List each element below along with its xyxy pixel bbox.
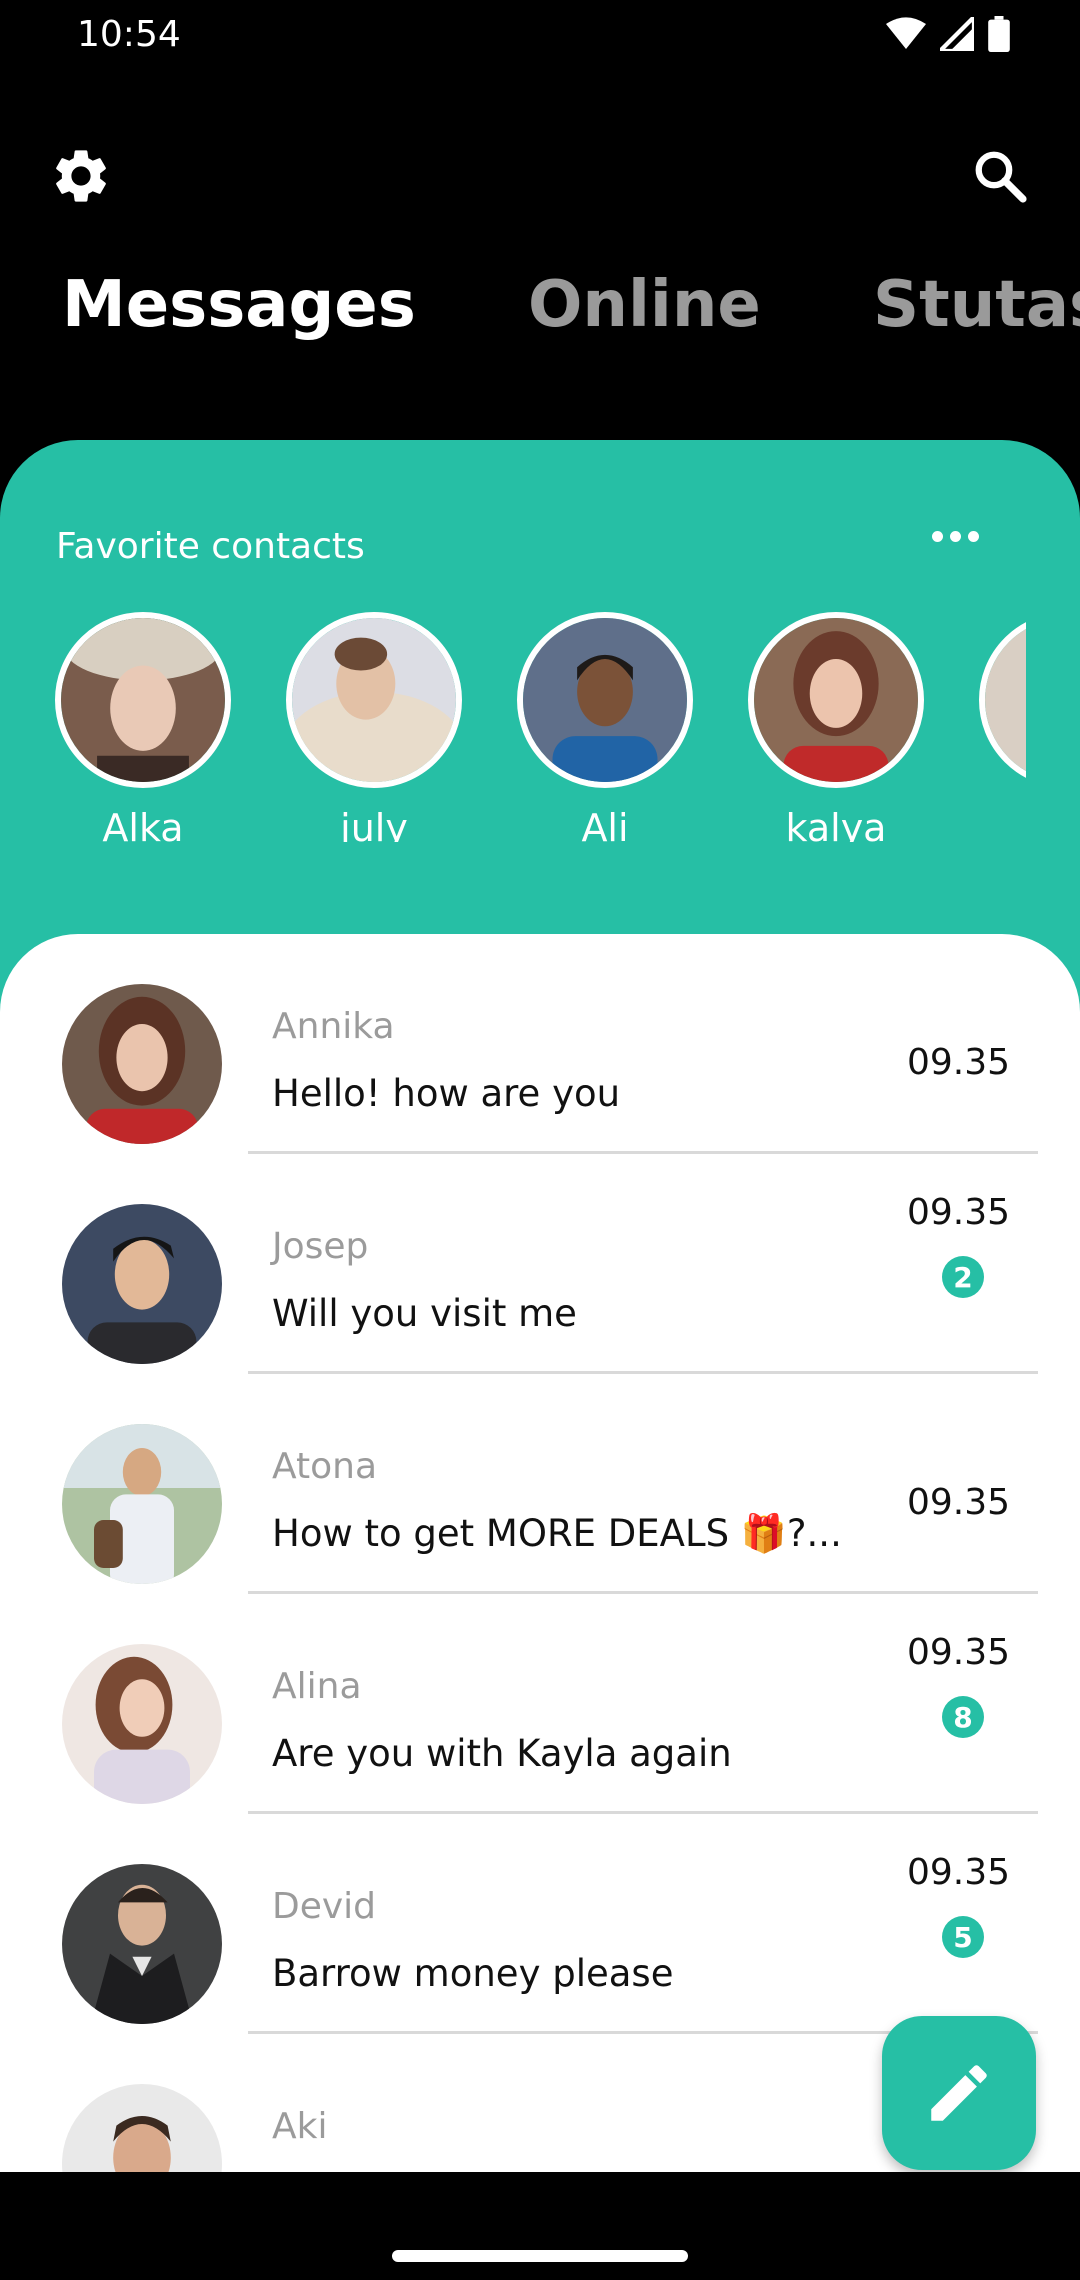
search-icon	[975, 151, 1027, 203]
more-options-button[interactable]	[920, 516, 990, 556]
chat-last-message: Hello! how are you	[272, 1072, 621, 1115]
chat-contact-name: Devid	[272, 1886, 377, 1927]
chat-time: 09.35	[906, 1852, 1010, 1893]
favorite-contacts-row: Alka july Ali kalya H	[0, 612, 1026, 842]
favorite-contact-name: Ali	[581, 806, 629, 842]
app-bar	[0, 72, 1080, 462]
tab-messages[interactable]: Messages	[62, 268, 416, 342]
more-dot	[949, 530, 961, 542]
chat-row[interactable]: Annika Hello! how are you 09.35	[0, 934, 1080, 1154]
avatar	[62, 1864, 222, 2024]
tab-stutas[interactable]: Stutas	[873, 268, 1080, 342]
unread-badge: 8	[942, 1696, 984, 1738]
wifi-icon	[886, 17, 926, 49]
chat-time: 09.35	[906, 1632, 1010, 1673]
system-nav-bar	[0, 2212, 1080, 2280]
pencil-icon	[931, 2065, 987, 2121]
compose-button[interactable]	[882, 2016, 1036, 2170]
chat-last-message: Are you with Kayla again	[272, 1732, 732, 1775]
favorite-contact[interactable]: Alka	[53, 612, 233, 842]
favorite-contact-name: july	[340, 806, 408, 842]
status-bar: 10:54	[0, 0, 1080, 72]
more-dot	[967, 530, 979, 542]
chat-row[interactable]: Josep Will you visit me 09.35 2	[0, 1154, 1080, 1374]
chat-time: 09.35	[906, 1042, 1010, 1083]
favorite-contact[interactable]: Ali	[515, 612, 695, 842]
favorite-contact[interactable]: july	[284, 612, 464, 842]
chat-row[interactable]: Devid Barrow money please 09.35 5	[0, 1814, 1080, 2034]
chat-last-message: Barrow money please	[272, 1952, 674, 1995]
settings-button[interactable]	[36, 131, 126, 221]
avatar	[517, 612, 693, 788]
chat-contact-name: Atona	[272, 1446, 378, 1487]
chat-row[interactable]: Atona How to get MORE DEALS 🎁?... 09.35	[0, 1374, 1080, 1594]
favorite-contact[interactable]: H	[977, 612, 1026, 842]
chat-list: Annika Hello! how are you 09.35 Josep Wi…	[0, 934, 1080, 2172]
search-button[interactable]	[955, 131, 1045, 221]
avatar	[62, 1424, 222, 1584]
favorite-contact-name: Alka	[102, 806, 184, 842]
status-time: 10:54	[77, 14, 181, 55]
battery-icon	[988, 16, 1010, 52]
favorite-contact[interactable]: kalya	[746, 612, 926, 842]
gear-icon	[56, 150, 106, 202]
status-icons	[886, 14, 1010, 54]
chat-contact-name: Aki	[272, 2106, 328, 2147]
avatar	[286, 612, 462, 788]
chat-last-message: How to get MORE DEALS 🎁?...	[272, 1512, 842, 1555]
avatar	[62, 1644, 222, 1804]
favorite-contact-name: H	[977, 806, 1026, 842]
tab-online[interactable]: Online	[528, 268, 761, 342]
avatar	[62, 1204, 222, 1364]
avatar	[55, 612, 231, 788]
chat-contact-name: Alina	[272, 1666, 362, 1707]
signal-icon	[940, 17, 974, 51]
unread-badge: 5	[942, 1916, 984, 1958]
chat-contact-name: Josep	[272, 1226, 369, 1267]
chat-row[interactable]: Alina Are you with Kayla again 09.35 8	[0, 1594, 1080, 1814]
chat-time: 09.35	[906, 1482, 1010, 1523]
avatar	[62, 984, 222, 1144]
favorite-contact-name: kalya	[785, 806, 887, 842]
home-gesture-handle[interactable]	[392, 2250, 688, 2262]
avatar	[979, 612, 1026, 788]
favorite-contacts-title: Favorite contacts	[56, 526, 365, 567]
more-dot	[931, 530, 943, 542]
avatar	[62, 2084, 222, 2172]
chat-contact-name: Annika	[272, 1006, 395, 1047]
tab-bar: Messages Online Stutas	[0, 268, 1080, 358]
avatar	[748, 612, 924, 788]
chat-last-message: Will you visit me	[272, 1292, 577, 1335]
unread-badge: 2	[942, 1256, 984, 1298]
chat-time: 09.35	[906, 1192, 1010, 1233]
